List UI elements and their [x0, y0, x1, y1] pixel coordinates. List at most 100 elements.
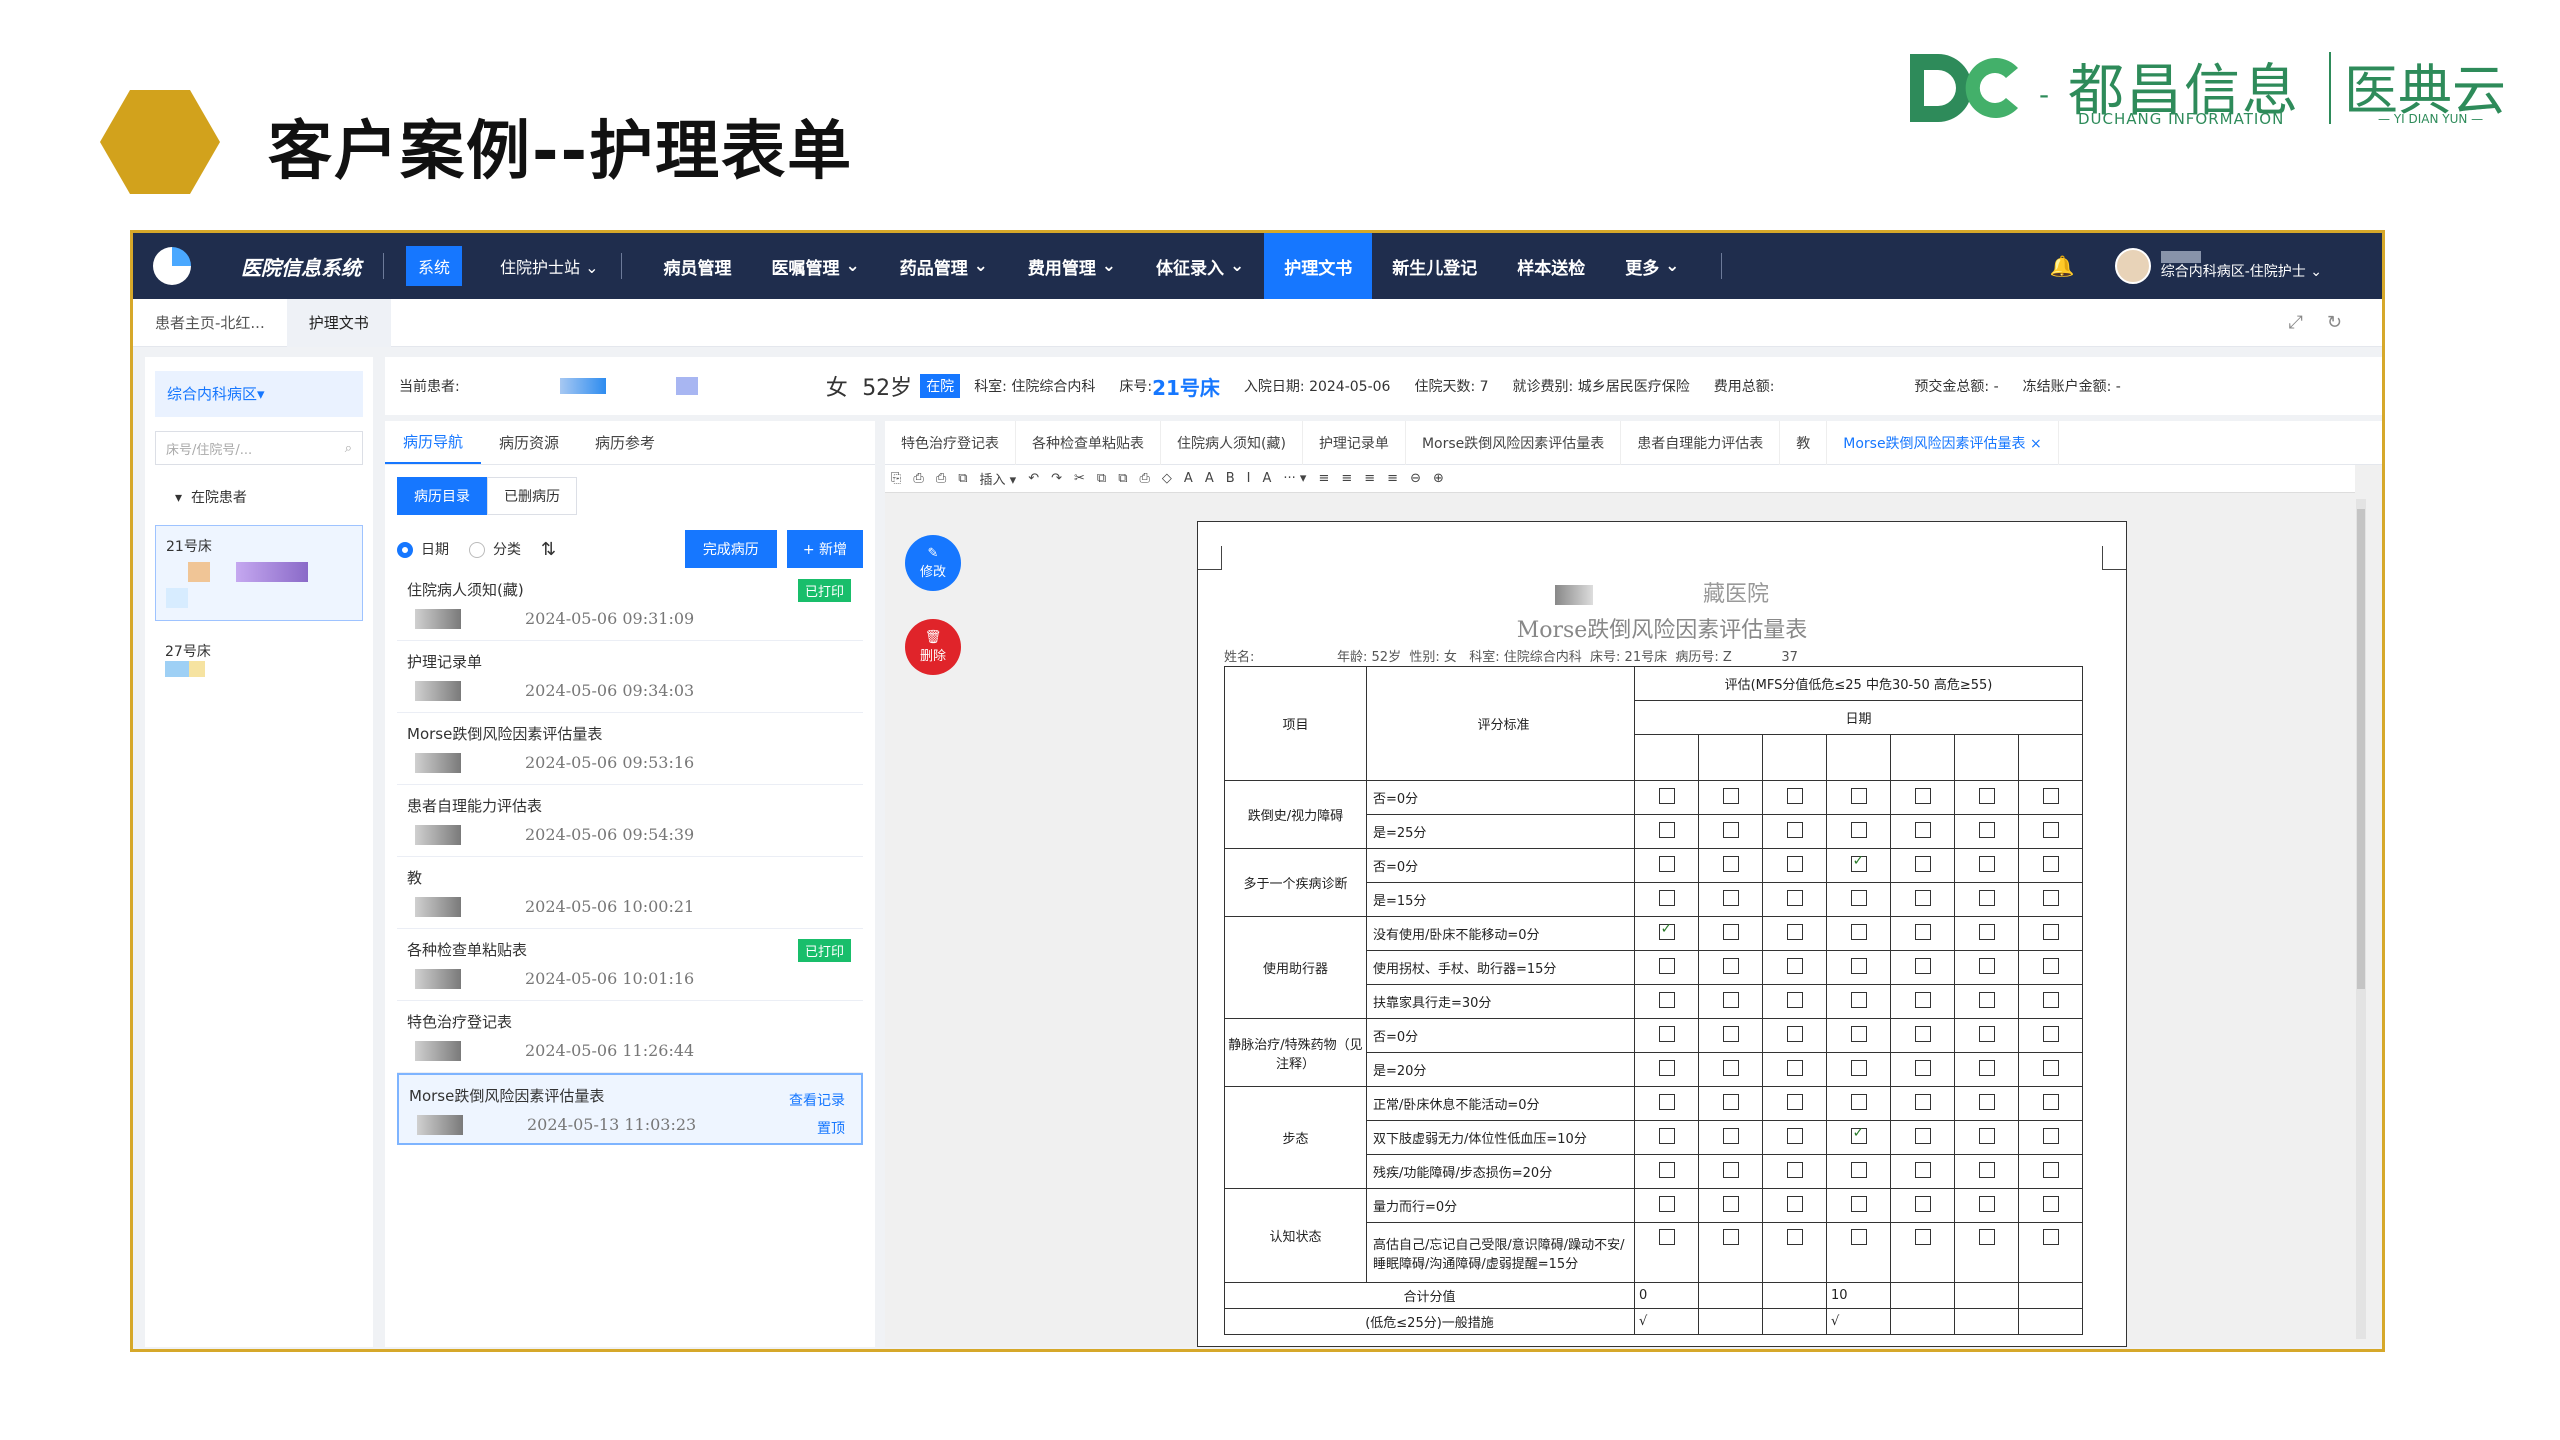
checkbox[interactable] [1722, 1025, 1739, 1042]
add-record-button[interactable]: + 新增 [786, 530, 863, 568]
toolbar-button[interactable]: A [1262, 471, 1271, 486]
checkbox[interactable] [1850, 1093, 1867, 1110]
checkbox[interactable] [1722, 821, 1739, 838]
toolbar-button[interactable]: ⧉ [1097, 471, 1106, 486]
refresh-icon[interactable]: ↻ [2327, 312, 2366, 333]
toolbar-button[interactable]: ↷ [1051, 471, 1062, 486]
nav-vitals[interactable]: 体征录入 ⌄ [1136, 233, 1264, 299]
bed-card-21[interactable]: 21号床 [155, 525, 363, 621]
checkbox[interactable] [1978, 923, 1995, 940]
toolbar-button[interactable]: ≡ [1318, 471, 1329, 486]
tab-patient-home[interactable]: 患者主页-北红... [133, 299, 287, 347]
checkbox[interactable] [1978, 787, 1995, 804]
checkbox[interactable] [1978, 889, 1995, 906]
edit-button[interactable]: ✎ 修改 [905, 535, 961, 591]
delete-button[interactable]: 🗑 删除 [905, 619, 961, 675]
checkbox[interactable] [1850, 1125, 1867, 1144]
checkbox[interactable] [1978, 957, 1995, 974]
checkbox[interactable] [1978, 1161, 1995, 1178]
checkbox[interactable] [1850, 1229, 1867, 1245]
bed-card-27[interactable]: 27号床 [155, 641, 363, 681]
checkbox[interactable] [1914, 957, 1931, 974]
section-inpatients[interactable]: ▾ 在院患者 [175, 487, 373, 507]
toolbar-button[interactable]: 插入 ▾ [980, 469, 1017, 488]
toolbar-button[interactable]: ◇ [1162, 471, 1172, 486]
checkbox[interactable] [1850, 1059, 1867, 1076]
role-selector[interactable]: 住院护士站 ⌄ [500, 254, 599, 278]
checkbox[interactable] [2042, 1093, 2059, 1110]
record-item[interactable]: 住院病人须知(藏) 2024-05-06 09:31:09 已打印 [397, 569, 863, 641]
complete-record-button[interactable]: 完成病历 [684, 530, 777, 568]
nav-sample[interactable]: 样本送检 [1497, 233, 1605, 299]
checkbox[interactable] [2042, 787, 2059, 804]
checkbox[interactable] [2042, 1025, 2059, 1042]
checkbox[interactable] [1786, 855, 1803, 872]
toolbar-button[interactable]: ⧉ [958, 471, 967, 486]
checkbox[interactable] [1722, 855, 1739, 872]
date-cell[interactable] [1954, 734, 2019, 781]
checkbox[interactable] [2042, 889, 2059, 906]
checkbox[interactable] [1786, 991, 1803, 1008]
doc-tab[interactable]: 特色治疗登记表 [885, 420, 1016, 465]
checkbox[interactable] [2042, 821, 2059, 838]
toolbar-button[interactable]: ↶ [1028, 471, 1039, 486]
checkbox[interactable] [2042, 1161, 2059, 1178]
checkbox[interactable] [1658, 1093, 1675, 1110]
checkbox[interactable] [1786, 821, 1803, 838]
checkbox[interactable] [1850, 787, 1867, 804]
checkbox[interactable] [1722, 1059, 1739, 1076]
checkbox[interactable] [1978, 1195, 1995, 1212]
checkbox[interactable] [1914, 1059, 1931, 1076]
checkbox[interactable] [1850, 957, 1867, 974]
system-button[interactable]: 系统 [406, 246, 463, 286]
nav-fee-mgmt[interactable]: 费用管理 ⌄ [1008, 233, 1136, 299]
tab-deleted-records[interactable]: 已删病历 [487, 477, 577, 515]
nav-newborn[interactable]: 新生儿登记 [1372, 233, 1497, 299]
date-cell[interactable] [1698, 734, 1763, 781]
tab-nursing-docs[interactable]: 护理文书 [286, 298, 391, 347]
pin-top-link[interactable]: 置顶 [789, 1115, 845, 1143]
checkbox[interactable] [1914, 1161, 1931, 1178]
checkbox[interactable] [2042, 923, 2059, 940]
checkbox[interactable] [1786, 889, 1803, 906]
checkbox[interactable] [1658, 889, 1675, 906]
toolbar-button[interactable]: I [1247, 471, 1251, 486]
search-icon[interactable]: ⌕ [345, 441, 352, 456]
checkbox[interactable] [1914, 1127, 1931, 1144]
checkbox[interactable] [1786, 1229, 1803, 1245]
checkbox[interactable] [1914, 1025, 1931, 1042]
doc-tab[interactable]: Morse跌倒风险因素评估量表 [1406, 420, 1622, 465]
checkbox[interactable] [1722, 787, 1739, 804]
checkbox[interactable] [1658, 1229, 1675, 1245]
checkbox[interactable] [1722, 1127, 1739, 1144]
nav-order-mgmt[interactable]: 医嘱管理 ⌄ [752, 233, 880, 299]
toolbar-button[interactable]: ⎙ [1140, 471, 1150, 486]
checkbox[interactable] [1658, 1059, 1675, 1076]
date-cell[interactable] [1890, 734, 1955, 781]
checkbox[interactable] [1978, 1025, 1995, 1042]
checkbox[interactable] [1914, 923, 1931, 940]
toolbar-button[interactable]: ⊕ [1433, 471, 1444, 486]
doc-tab[interactable]: 护理记录单 [1303, 420, 1406, 465]
checkbox[interactable] [2042, 1127, 2059, 1144]
tab-record-reference[interactable]: 病历参考 [577, 421, 673, 464]
bell-icon[interactable]: 🔔 [2050, 254, 2075, 278]
checkbox[interactable] [1722, 889, 1739, 906]
fullscreen-icon[interactable]: ⤢ [2289, 312, 2327, 333]
checkbox[interactable] [1850, 923, 1867, 940]
checkbox[interactable] [1722, 1161, 1739, 1178]
record-item[interactable]: 特色治疗登记表 2024-05-06 11:26:44 [397, 1001, 863, 1073]
checkbox[interactable] [2042, 1195, 2059, 1212]
checkbox[interactable] [1722, 923, 1739, 940]
toolbar-button[interactable]: ≡ [1387, 471, 1398, 486]
checkbox[interactable] [1978, 1127, 1995, 1144]
checkbox[interactable] [2042, 1059, 2059, 1076]
toolbar-button[interactable]: ≡ [1364, 471, 1375, 486]
checkbox[interactable] [1658, 1161, 1675, 1178]
date-cell[interactable] [1826, 734, 1891, 781]
date-cell[interactable] [1634, 734, 1699, 781]
checkbox[interactable] [1850, 991, 1867, 1008]
record-item[interactable]: Morse跌倒风险因素评估量表 2024-05-06 09:53:16 [397, 713, 863, 785]
scrollbar-thumb[interactable] [2357, 509, 2365, 989]
toolbar-button[interactable]: ✂ [1074, 471, 1085, 486]
